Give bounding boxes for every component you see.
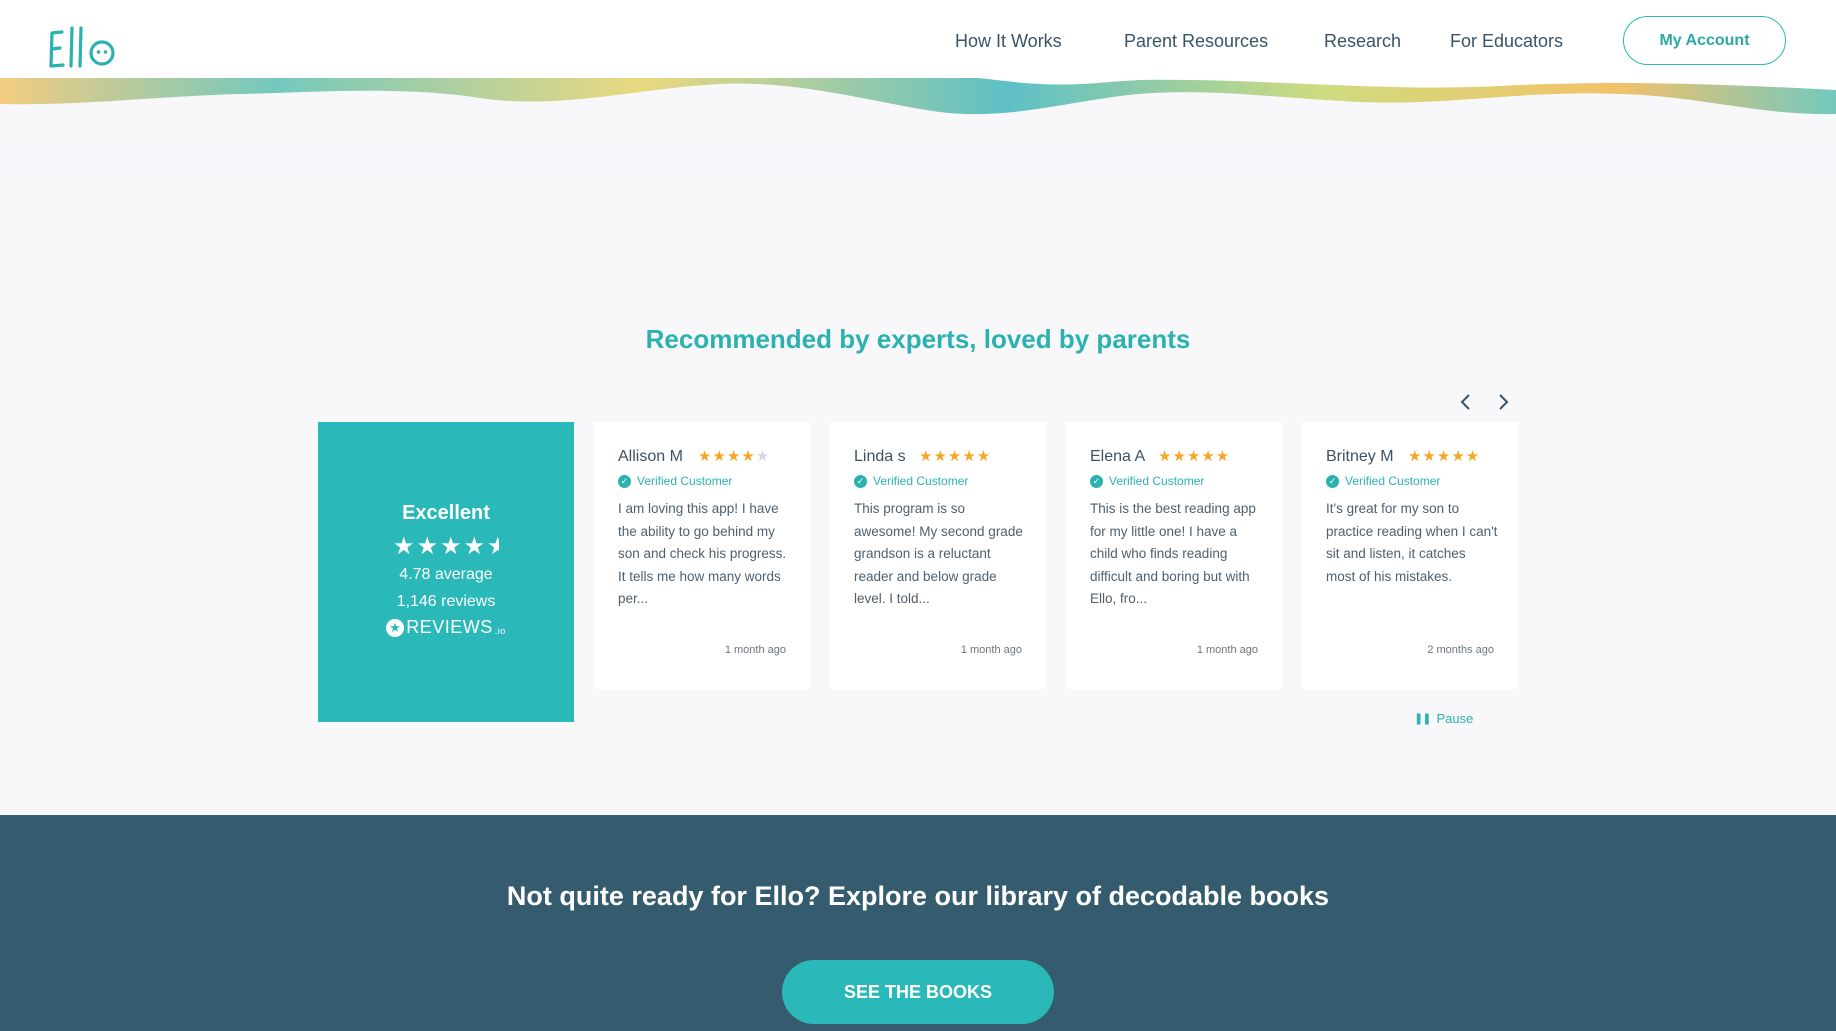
review-text: This program is so awesome! My second gr… xyxy=(854,501,1023,606)
summary-stars: ★★★★★ xyxy=(392,533,499,560)
reviews-io-logo[interactable]: ★ REVIEWS .io xyxy=(318,617,574,638)
review-time: 1 month ago xyxy=(960,644,1022,656)
check-icon: ✓ xyxy=(1326,474,1339,488)
check-icon: ✓ xyxy=(618,474,631,488)
review-stars: ★★★★★ xyxy=(1158,448,1231,465)
review-stars: ★★★★★ xyxy=(919,448,992,465)
books-cta-section: Not quite ready for Ello? Explore our li… xyxy=(0,815,1836,1031)
check-icon: ✓ xyxy=(854,474,867,488)
nav-for-educators[interactable]: For Educators xyxy=(1450,31,1563,52)
nav-parent-resources[interactable]: Parent Resources xyxy=(1124,31,1268,52)
verified-badge: ✓ Verified Customer xyxy=(1326,474,1440,488)
nav-how-it-works[interactable]: How It Works xyxy=(955,31,1062,52)
review-card[interactable]: Elena A ★★★★★ ✓ Verified Customer This is… xyxy=(1066,422,1282,689)
review-time: 1 month ago xyxy=(724,644,786,656)
reviewer-name: Britney M xyxy=(1326,448,1394,465)
reviewer-name: Allison M xyxy=(618,448,683,465)
carousel-next-button[interactable] xyxy=(1491,390,1515,414)
reviews-provider: REVIEWS xyxy=(406,617,493,637)
check-icon: ✓ xyxy=(1090,474,1103,488)
review-stars: ★★★★★ xyxy=(698,448,771,465)
pause-label: Pause xyxy=(1436,711,1474,726)
reviewer-name: Elena A xyxy=(1090,448,1146,465)
review-stars: ★★★★★ xyxy=(1408,448,1481,465)
verified-badge: ✓ Verified Customer xyxy=(618,474,732,488)
chevron-right-icon xyxy=(1499,394,1509,410)
rating-word: Excellent xyxy=(402,502,490,524)
chevron-left-icon xyxy=(1460,394,1470,410)
my-account-button[interactable]: My Account xyxy=(1623,16,1786,65)
see-the-books-button[interactable]: SEE THE BOOKS xyxy=(782,960,1054,1024)
cta-title: Not quite ready for Ello? Explore our li… xyxy=(506,881,1330,911)
carousel-pause-button[interactable]: ❚❚ Pause xyxy=(1414,711,1473,726)
average-rating: 4.78 average xyxy=(399,566,493,583)
review-text: It's great for my son to practice readin… xyxy=(1326,501,1498,584)
verified-badge: ✓ Verified Customer xyxy=(854,474,968,488)
verified-badge: ✓ Verified Customer xyxy=(1090,474,1204,488)
nav-research[interactable]: Research xyxy=(1324,31,1401,52)
main-nav: How It Works Parent Resources Research F… xyxy=(0,31,1836,61)
decorative-wave xyxy=(0,76,1836,115)
review-card[interactable]: Linda s ★★★★★ ✓ Verified Customer This pr… xyxy=(830,422,1046,689)
review-text: This is the best reading app for my litt… xyxy=(1090,501,1256,606)
review-text: I am loving this app! I have the ability… xyxy=(618,501,787,606)
review-card[interactable]: Britney M ★★★★★ ✓ Verified Customer It's … xyxy=(1302,422,1518,689)
section-title: Recommended by experts, loved by parents xyxy=(645,324,1191,354)
carousel-prev-button[interactable] xyxy=(1454,390,1478,414)
site-header: How It Works Parent Resources Research F… xyxy=(0,0,1836,78)
pause-icon: ❚❚ xyxy=(1414,713,1431,725)
rating-summary[interactable]: Excellent ★★★★★ 4.78 average 1,146 revie… xyxy=(318,422,574,722)
review-time: 1 month ago xyxy=(1196,644,1258,656)
review-time: 2 months ago xyxy=(1427,644,1494,656)
reviews-provider-suffix: .io xyxy=(494,625,506,636)
reviews-star-icon: ★ xyxy=(386,618,405,637)
review-card[interactable]: Allison M ★★★★★ ✓ Verified Customer I am … xyxy=(594,422,810,689)
review-count: 1,146 reviews xyxy=(396,593,496,610)
section-band xyxy=(0,146,1836,176)
reviewer-name: Linda s xyxy=(854,448,906,465)
